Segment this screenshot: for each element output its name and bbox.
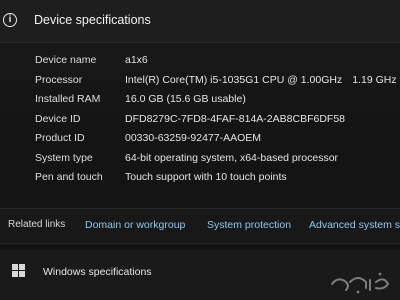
haraj-logo-icon (331, 272, 390, 294)
advanced-system-settings-link[interactable]: Advanced system set (309, 219, 400, 231)
spec-label: Pen and touch (35, 171, 103, 183)
related-links-bar: Related links Domain or workgroup System… (0, 208, 400, 244)
spec-row-product-id: Product ID 00330-63259-92477-AAOEM (0, 132, 400, 152)
spec-value: Touch support with 10 touch points (125, 171, 287, 183)
spec-value: 00330-63259-92477-AAOEM (125, 132, 262, 144)
spec-row-system-type: System type 64-bit operating system, x64… (0, 152, 400, 172)
spec-label: Installed RAM (35, 93, 101, 105)
spec-value: Intel(R) Core(TM) i5-1035G1 CPU @ 1.00GH… (125, 73, 343, 86)
related-links-label: Related links (8, 219, 66, 230)
spec-row-device-id: Device ID DFD8279C-7FD8-4FAF-814A-2AB8CB… (0, 113, 400, 133)
spec-row-processor: Processor Intel(R) Core(TM) i5-1035G1 CP… (0, 74, 400, 94)
spec-value: 16.0 GB (15.6 GB usable) (125, 93, 246, 105)
system-protection-link[interactable]: System protection (207, 219, 291, 231)
windows-logo-icon (12, 264, 25, 277)
spec-label: Processor (35, 73, 83, 86)
spec-value: a1x6 (125, 54, 148, 66)
section-title: Device specifications (34, 13, 151, 27)
spec-row-pen-and-touch: Pen and touch Touch support with 10 touc… (0, 171, 400, 191)
processor-speed: 1.19 GHz (352, 73, 397, 86)
spec-label: Product ID (35, 132, 85, 144)
spec-row-device-name: Device name a1x6 (0, 54, 400, 74)
windows-specifications-title: Windows specifications (43, 266, 152, 278)
spec-value: 64-bit operating system, x64-based proce… (125, 151, 339, 164)
spec-row-installed-ram: Installed RAM 16.0 GB (15.6 GB usable) (0, 93, 400, 113)
info-icon: i (3, 13, 17, 27)
spec-label: System type (35, 151, 93, 164)
domain-or-workgroup-link[interactable]: Domain or workgroup (85, 219, 185, 231)
spec-list: Device name a1x6 Processor Intel(R) Core… (0, 54, 400, 191)
device-specifications-screen: i Device specifications Device name a1x6… (0, 0, 400, 300)
spec-label: Device name (35, 54, 97, 66)
spec-value: DFD8279C-7FD8-4FAF-814A-2AB8CBF6DF58 (125, 112, 345, 125)
spec-value-wrapper: Intel(R) Core(TM) i5-1035G1 CPU @ 1.00GH… (125, 74, 397, 86)
device-specifications-header[interactable]: i Device specifications (0, 0, 400, 43)
spec-label: Device ID (35, 112, 81, 125)
